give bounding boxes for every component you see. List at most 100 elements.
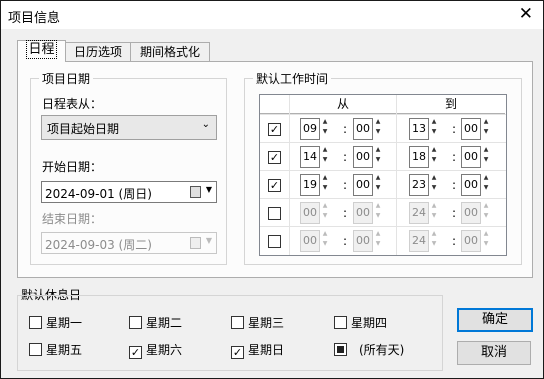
work-time-row-checkbox[interactable] (268, 179, 281, 192)
from-minute-field[interactable]: 00 (353, 118, 373, 140)
spin-up-icon[interactable]: ▲ (429, 117, 439, 127)
spin-down-icon[interactable]: ▼ (429, 239, 439, 249)
spin-down-icon[interactable]: ▼ (429, 183, 439, 193)
spin-up-icon[interactable]: ▲ (320, 117, 330, 127)
rest-day-check-box[interactable] (129, 316, 142, 329)
from-hour-field[interactable]: 00 (300, 230, 320, 252)
work-time-row-checkbox[interactable] (268, 123, 281, 136)
spin-down-icon[interactable]: ▼ (373, 183, 383, 193)
time-spinner[interactable]: ▲ ▼ (481, 117, 491, 139)
to-minute-field[interactable]: 00 (461, 174, 481, 196)
time-spinner[interactable]: ▲ ▼ (373, 201, 383, 223)
spin-up-icon[interactable]: ▲ (481, 201, 491, 211)
work-time-row-checkbox[interactable] (268, 235, 281, 248)
schedule-from-select[interactable]: 项目起始日期 ⌄ (41, 115, 217, 140)
time-spinner[interactable]: ▲ ▼ (429, 145, 439, 167)
to-hour-field[interactable]: 23 (409, 174, 429, 196)
spin-up-icon[interactable]: ▲ (373, 145, 383, 155)
spin-up-icon[interactable]: ▲ (429, 173, 439, 183)
time-spinner[interactable]: ▲ ▼ (320, 145, 330, 167)
spin-up-icon[interactable]: ▲ (373, 173, 383, 183)
spin-up-icon[interactable]: ▲ (373, 117, 383, 127)
close-icon[interactable]: ✕ (519, 4, 533, 24)
rest-day-check-box[interactable] (334, 316, 347, 329)
tab-calendar-options[interactable]: 日历选项 (64, 42, 132, 61)
rest-day-check-box[interactable] (334, 343, 347, 356)
time-spinner[interactable]: ▲ ▼ (481, 201, 491, 223)
spin-down-icon[interactable]: ▼ (320, 239, 330, 249)
spin-down-icon[interactable]: ▼ (481, 239, 491, 249)
rest-day-checkbox[interactable]: 星期四 (334, 314, 387, 331)
time-spinner[interactable]: ▲ ▼ (373, 173, 383, 195)
end-date-picker[interactable]: 2024-09-03 (周二) ▼ (41, 232, 217, 254)
time-spinner[interactable]: ▲ ▼ (429, 201, 439, 223)
rest-day-check-box[interactable] (231, 346, 244, 359)
spin-down-icon[interactable]: ▼ (429, 211, 439, 221)
rest-day-check-box[interactable] (29, 316, 42, 329)
time-spinner[interactable]: ▲ ▼ (429, 173, 439, 195)
spin-down-icon[interactable]: ▼ (481, 211, 491, 221)
rest-day-checkbox[interactable]: 星期六 (129, 341, 182, 359)
to-minute-field[interactable]: 00 (461, 118, 481, 140)
spin-up-icon[interactable]: ▲ (429, 201, 439, 211)
spin-up-icon[interactable]: ▲ (481, 145, 491, 155)
time-spinner[interactable]: ▲ ▼ (481, 145, 491, 167)
to-minute-field[interactable]: 00 (461, 230, 481, 252)
to-minute-field[interactable]: 00 (461, 202, 481, 224)
from-minute-field[interactable]: 00 (353, 146, 373, 168)
rest-day-checkbox[interactable]: 星期三 (231, 314, 284, 331)
to-hour-field[interactable]: 18 (409, 146, 429, 168)
spin-up-icon[interactable]: ▲ (320, 201, 330, 211)
from-hour-field[interactable]: 09 (300, 118, 320, 140)
time-spinner[interactable]: ▲ ▼ (320, 201, 330, 223)
from-hour-field[interactable]: 14 (300, 146, 320, 168)
spin-up-icon[interactable]: ▲ (320, 229, 330, 239)
spin-down-icon[interactable]: ▼ (320, 183, 330, 193)
time-spinner[interactable]: ▲ ▼ (429, 117, 439, 139)
spin-up-icon[interactable]: ▲ (481, 229, 491, 239)
from-minute-field[interactable]: 00 (353, 202, 373, 224)
start-date-picker[interactable]: 2024-09-01 (周日) ▼ (41, 181, 217, 203)
rest-day-checkbox[interactable]: 星期一 (29, 314, 82, 331)
spin-down-icon[interactable]: ▼ (320, 211, 330, 221)
time-spinner[interactable]: ▲ ▼ (373, 117, 383, 139)
tab-period-format[interactable]: 期间格式化 (130, 42, 210, 61)
spin-down-icon[interactable]: ▼ (373, 239, 383, 249)
spin-down-icon[interactable]: ▼ (373, 127, 383, 137)
spin-up-icon[interactable]: ▲ (481, 117, 491, 127)
rest-day-check-box[interactable] (129, 346, 142, 359)
work-time-row-checkbox[interactable] (268, 151, 281, 164)
cancel-button[interactable]: 取消 (457, 341, 531, 365)
tab-schedule[interactable]: 日程 (17, 40, 66, 62)
rest-day-checkbox[interactable]: 星期二 (129, 314, 182, 331)
to-hour-field[interactable]: 13 (409, 118, 429, 140)
rest-day-check-box[interactable] (231, 316, 244, 329)
spin-up-icon[interactable]: ▲ (373, 229, 383, 239)
spin-down-icon[interactable]: ▼ (481, 155, 491, 165)
spin-up-icon[interactable]: ▲ (429, 229, 439, 239)
time-spinner[interactable]: ▲ ▼ (481, 173, 491, 195)
from-minute-field[interactable]: 00 (353, 230, 373, 252)
spin-up-icon[interactable]: ▲ (320, 145, 330, 155)
to-hour-field[interactable]: 24 (409, 230, 429, 252)
spin-down-icon[interactable]: ▼ (373, 155, 383, 165)
spin-down-icon[interactable]: ▼ (373, 211, 383, 221)
ok-button[interactable]: 确定 (457, 308, 533, 332)
time-spinner[interactable]: ▲ ▼ (320, 229, 330, 251)
rest-day-checkbox[interactable]: 星期五 (29, 341, 82, 358)
spin-up-icon[interactable]: ▲ (320, 173, 330, 183)
rest-day-checkbox[interactable]: (所有天) (334, 341, 404, 358)
spin-up-icon[interactable]: ▲ (429, 145, 439, 155)
rest-day-checkbox[interactable]: 星期日 (231, 341, 284, 359)
spin-up-icon[interactable]: ▲ (481, 173, 491, 183)
time-spinner[interactable]: ▲ ▼ (320, 117, 330, 139)
from-hour-field[interactable]: 00 (300, 202, 320, 224)
to-minute-field[interactable]: 00 (461, 146, 481, 168)
spin-down-icon[interactable]: ▼ (481, 127, 491, 137)
from-minute-field[interactable]: 00 (353, 174, 373, 196)
from-hour-field[interactable]: 19 (300, 174, 320, 196)
spin-down-icon[interactable]: ▼ (429, 127, 439, 137)
time-spinner[interactable]: ▲ ▼ (481, 229, 491, 251)
spin-down-icon[interactable]: ▼ (320, 155, 330, 165)
spin-down-icon[interactable]: ▼ (429, 155, 439, 165)
